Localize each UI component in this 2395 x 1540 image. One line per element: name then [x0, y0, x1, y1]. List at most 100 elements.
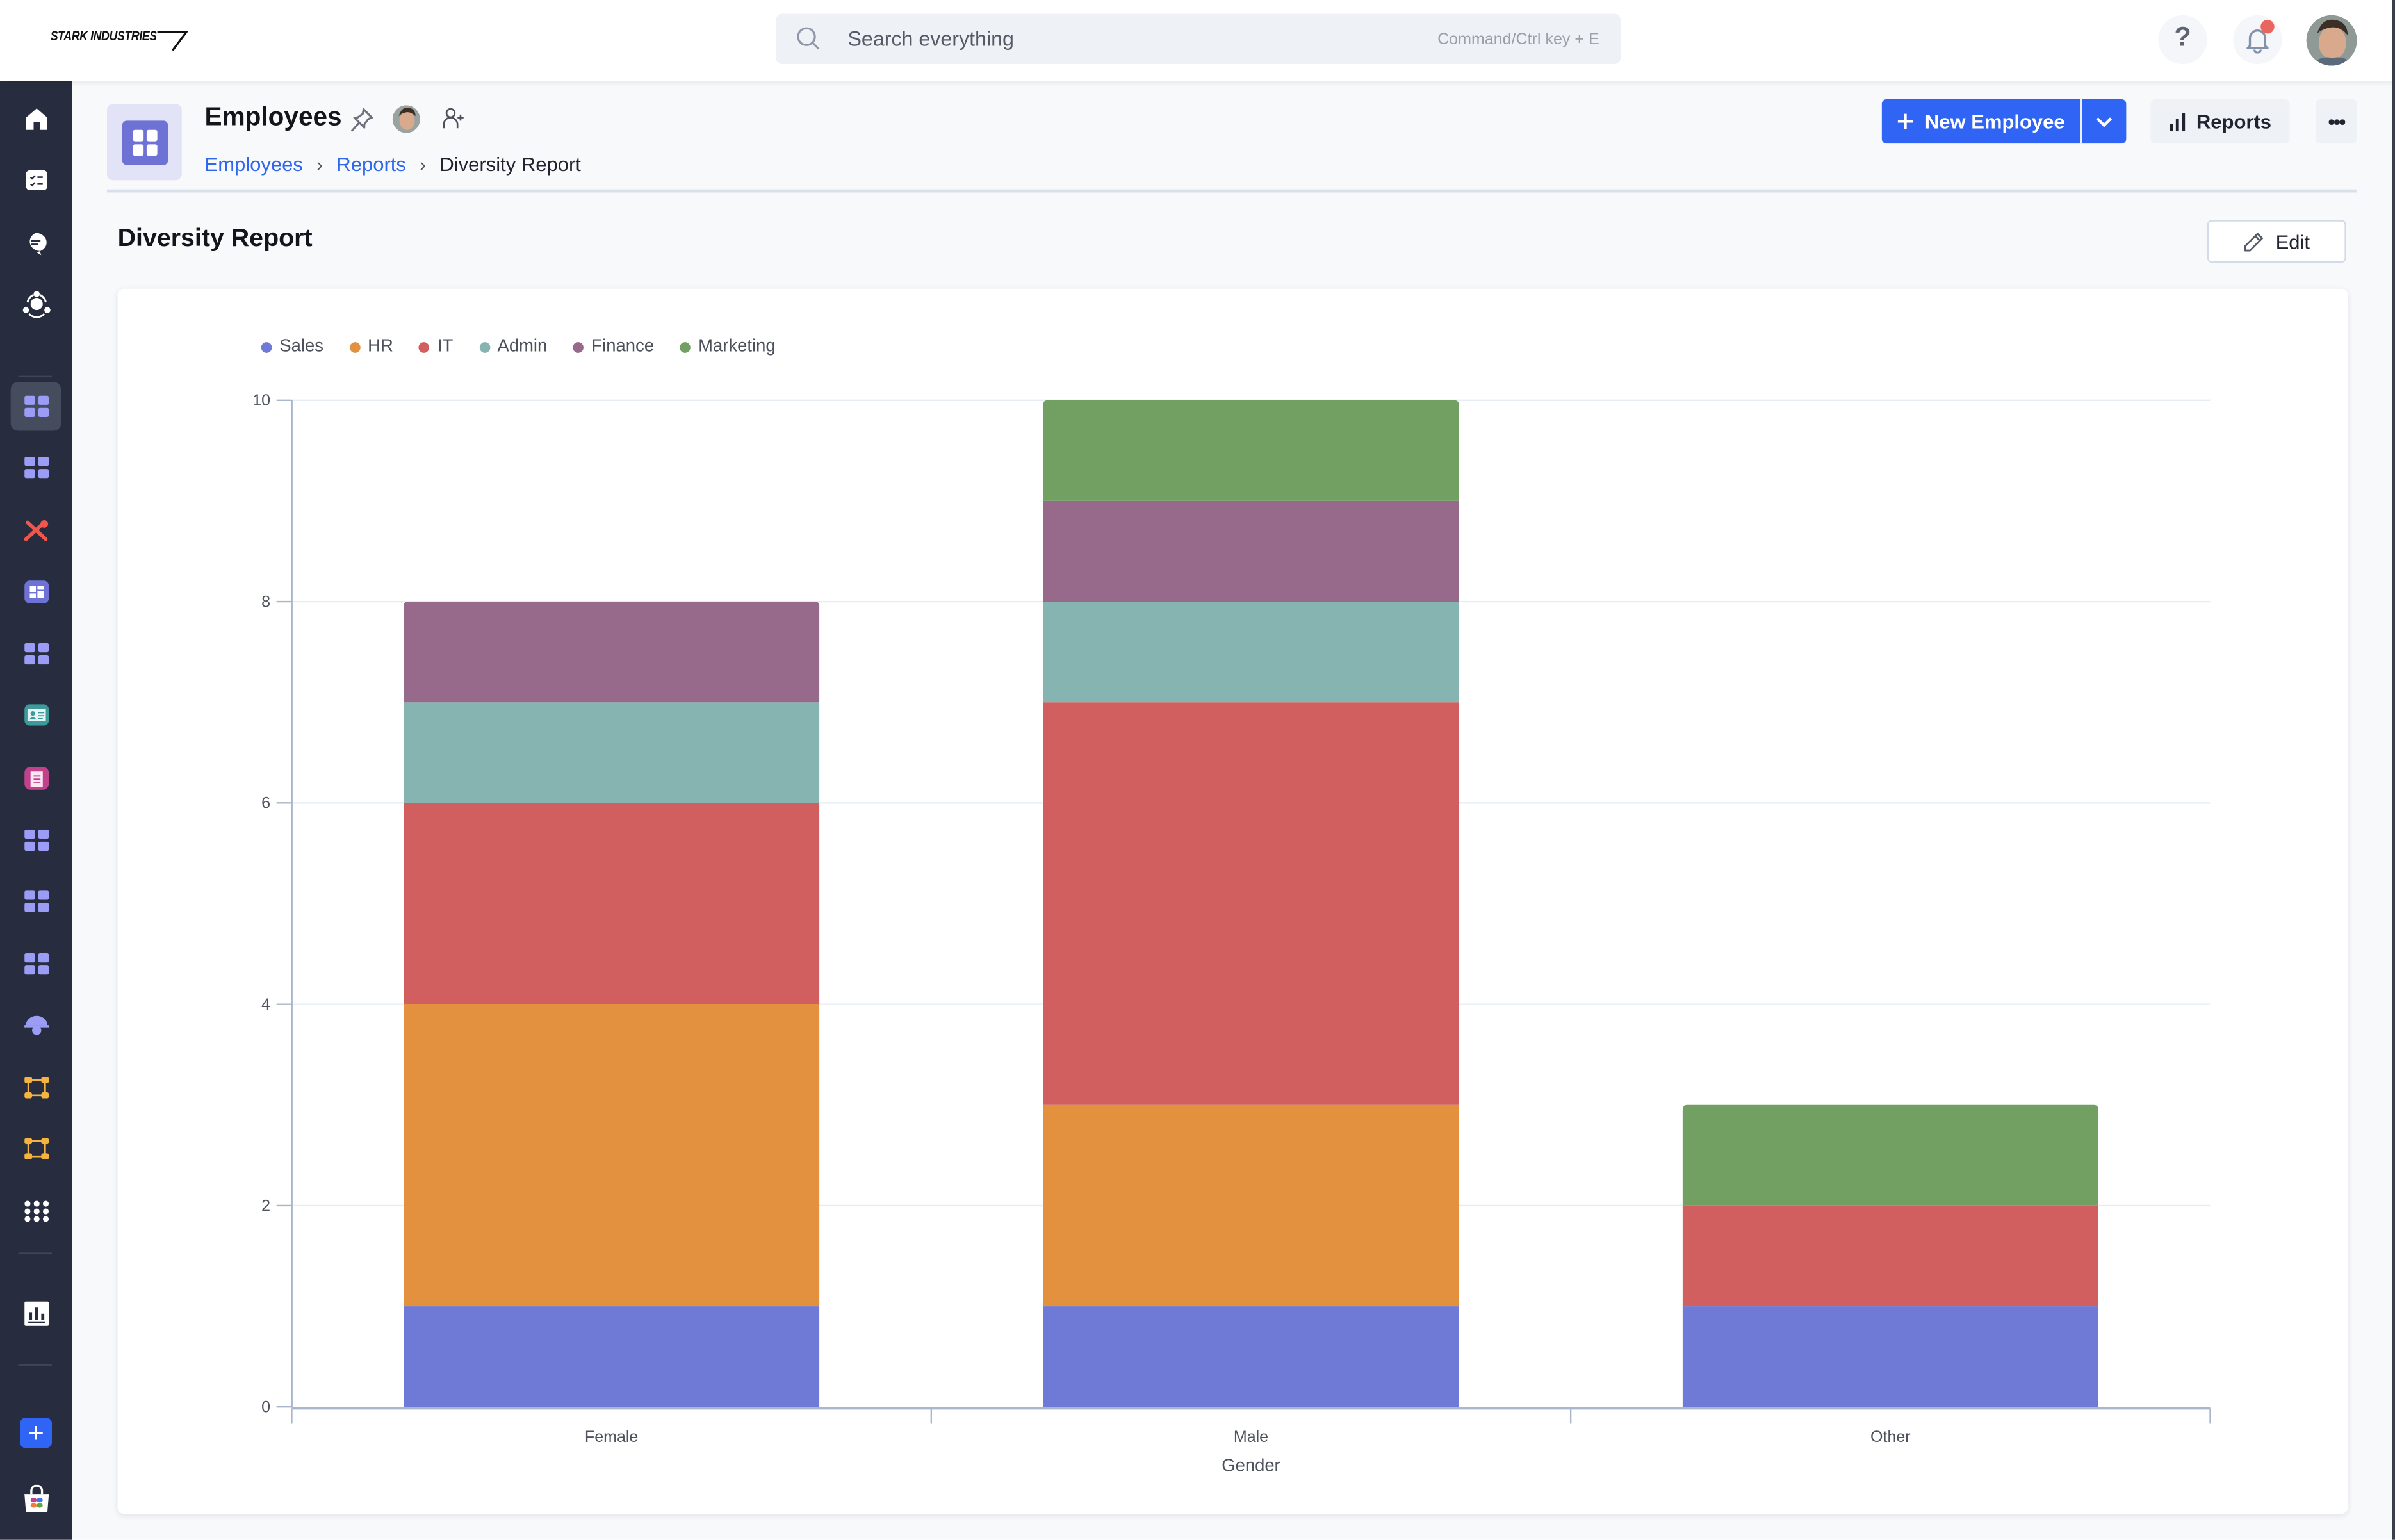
sidebar-item-home[interactable]	[11, 95, 61, 143]
new-employee-button[interactable]: New Employee	[1882, 99, 2080, 143]
grid-app-icon	[122, 120, 168, 165]
add-user-icon[interactable]	[441, 107, 466, 130]
sidebar-item-chat[interactable]	[11, 218, 61, 267]
sidebar-item-dashboard[interactable]	[11, 567, 61, 616]
breadcrumb-reports[interactable]: Reports	[336, 152, 406, 176]
bar-segment-male-admin	[1043, 602, 1459, 703]
reports-button-label: Reports	[2196, 110, 2272, 133]
bar-segment-female-finance	[404, 602, 820, 703]
bar-chart-icon	[2170, 112, 2186, 131]
avatar-photo	[2306, 15, 2357, 66]
y-tick-label: 8	[261, 593, 270, 610]
add-icon	[19, 1417, 53, 1448]
dashboard-app-icon	[23, 579, 49, 603]
bar-segment-other-marketing	[1682, 1104, 2098, 1206]
notifications-button[interactable]	[2233, 15, 2282, 65]
chevron-right-icon: ›	[316, 154, 323, 176]
sidebar	[0, 81, 72, 1540]
bar-segment-male-marketing	[1043, 400, 1459, 501]
clipboard-icon	[23, 766, 49, 789]
window-scrollbar-edge	[2392, 0, 2395, 1540]
grid-app-icon	[23, 829, 49, 851]
pencil-icon	[2244, 232, 2263, 251]
app-window: STARK INDUSTRIES Search everything Comma…	[0, 0, 2395, 1540]
sidebar-item-workflow-2[interactable]	[11, 1124, 61, 1173]
more-icon: •••	[2328, 110, 2346, 133]
header-divider	[106, 189, 2357, 193]
chart-card: Sales HR IT Admin Finance Marketing 0 2 4 6 8 10 Fe…	[117, 288, 2348, 1514]
sidebar-item-reports[interactable]	[11, 1290, 61, 1338]
x-tick-label: Female	[585, 1428, 638, 1446]
reports-chart-icon	[23, 1301, 49, 1326]
x-axis-label: Gender	[1222, 1455, 1280, 1475]
sidebar-item-safety[interactable]	[11, 1001, 61, 1049]
network-icon	[22, 291, 50, 318]
edit-report-button[interactable]: Edit	[2207, 220, 2346, 263]
notification-badge	[2260, 19, 2275, 34]
breadcrumb: Employees › Reports › Diversity Report	[205, 152, 581, 176]
sidebar-item-employees[interactable]	[10, 382, 61, 431]
breadcrumb-employees[interactable]: Employees	[205, 152, 303, 176]
sidebar-item-app-2[interactable]	[11, 443, 61, 492]
new-employee-dropdown-button[interactable]	[2082, 99, 2126, 143]
tasks-icon	[25, 170, 47, 190]
sidebar-item-id-card[interactable]	[11, 691, 61, 739]
sidebar-divider	[18, 375, 53, 377]
global-search[interactable]: Search everything Command/Ctrl key + E	[776, 13, 1621, 65]
logo-slash-icon	[157, 31, 188, 51]
sidebar-item-tasks[interactable]	[11, 156, 61, 204]
sidebar-item-tools[interactable]	[11, 505, 61, 554]
sidebar-item-app-9[interactable]	[11, 877, 61, 926]
bar-segment-female-it	[404, 803, 820, 1004]
edit-button-label: Edit	[2275, 229, 2310, 253]
x-tick-label: Other	[1870, 1428, 1911, 1446]
sidebar-divider	[18, 1364, 53, 1366]
more-options-button[interactable]: •••	[2316, 99, 2357, 144]
sidebar-item-marketplace[interactable]	[11, 1474, 61, 1523]
sidebar-item-network[interactable]	[11, 279, 61, 328]
pin-icon[interactable]	[350, 107, 374, 133]
bar-segment-other-it	[1682, 1205, 2098, 1307]
y-tick-label: 10	[252, 391, 270, 409]
reports-button[interactable]: Reports	[2150, 99, 2290, 144]
sidebar-item-all-apps[interactable]	[11, 1187, 61, 1236]
company-logo[interactable]: STARK INDUSTRIES	[51, 28, 188, 52]
chevron-down-icon	[2096, 117, 2113, 127]
owner-avatar[interactable]	[392, 105, 420, 133]
bar-segment-male-it	[1043, 702, 1459, 1105]
breadcrumb-current: Diversity Report	[439, 152, 581, 176]
id-card-icon	[23, 704, 49, 726]
sidebar-add-button[interactable]	[11, 1409, 61, 1457]
marketplace-bag-icon	[23, 1484, 49, 1512]
report-title: Diversity Report	[117, 224, 313, 252]
search-icon	[797, 27, 820, 50]
new-employee-split-button: New Employee	[1881, 99, 2127, 144]
plus-icon	[1898, 113, 1913, 129]
page-title: Employees	[204, 102, 342, 132]
user-avatar[interactable]	[2306, 15, 2357, 66]
y-tick-label: 2	[261, 1197, 270, 1215]
help-button[interactable]: ?	[2158, 15, 2207, 65]
sidebar-divider	[18, 1252, 53, 1254]
search-input[interactable]: Search everything	[847, 28, 1013, 51]
y-tick-label: 4	[261, 995, 270, 1013]
grid-app-icon	[23, 643, 49, 665]
workflow-icon	[23, 1138, 49, 1159]
sidebar-item-checklist[interactable]	[11, 753, 61, 802]
home-icon	[25, 108, 47, 130]
hardhat-gear-icon	[23, 1015, 49, 1035]
bar-segment-male-finance	[1043, 500, 1459, 602]
tools-icon	[24, 519, 49, 541]
sidebar-item-workflow-1[interactable]	[11, 1063, 61, 1112]
x-tick-label: Male	[1234, 1428, 1268, 1446]
chevron-right-icon: ›	[420, 154, 426, 176]
grid-app-icon	[23, 395, 49, 417]
sidebar-item-app-8[interactable]	[11, 815, 61, 864]
sidebar-item-app-5[interactable]	[11, 629, 61, 678]
grid-app-icon	[23, 456, 49, 479]
help-icon: ?	[2174, 21, 2191, 53]
module-icon-tile	[106, 104, 182, 181]
sidebar-item-app-10[interactable]	[11, 940, 61, 988]
new-employee-label: New Employee	[1924, 110, 2065, 133]
search-shortcut-hint: Command/Ctrl key + E	[1437, 30, 1599, 49]
